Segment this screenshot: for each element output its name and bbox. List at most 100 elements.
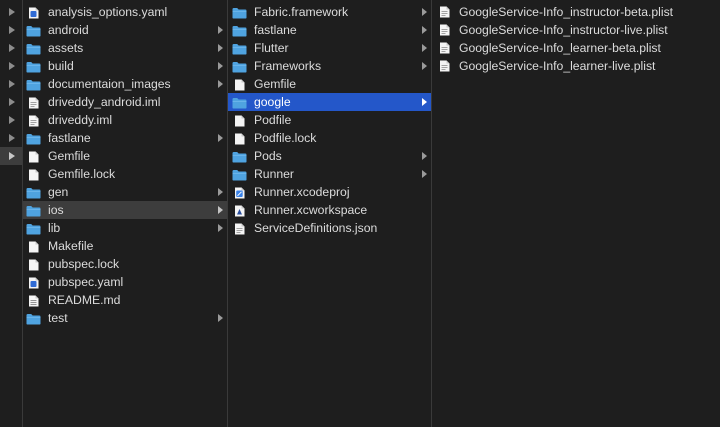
file-row[interactable]: Podfile.lock <box>228 129 431 147</box>
folder-icon <box>232 168 247 181</box>
item-name: fastlane <box>254 23 297 37</box>
folder-icon <box>232 60 247 73</box>
folder-row[interactable]: test <box>23 309 227 327</box>
disclosure-arrow-icon[interactable] <box>9 98 15 106</box>
item-name: android <box>48 23 89 37</box>
folder-icon <box>232 150 247 163</box>
folder-icon <box>26 24 41 37</box>
item-name: pubspec.yaml <box>48 275 124 289</box>
file-row[interactable]: Gemfile <box>23 147 227 165</box>
google-folder-column: GoogleService-Info_instructor-beta.plist… <box>432 0 720 427</box>
chevron-right-icon <box>218 26 223 34</box>
item-name: README.md <box>48 293 121 307</box>
item-name: Gemfile <box>48 149 90 163</box>
finder-column-browser: analysis_options.yaml android assets build d… <box>0 0 720 427</box>
parent-row[interactable] <box>0 129 22 147</box>
folder-row[interactable]: google <box>228 93 431 111</box>
file-row[interactable]: Podfile <box>228 111 431 129</box>
folder-row[interactable]: documentaion_images <box>23 75 227 93</box>
item-name: Podfile <box>254 113 292 127</box>
parent-row[interactable] <box>0 3 22 21</box>
folder-icon <box>26 78 41 91</box>
document-icon <box>26 168 41 181</box>
item-name: assets <box>48 41 84 55</box>
disclosure-arrow-icon[interactable] <box>9 44 15 52</box>
folder-row[interactable]: gen <box>23 183 227 201</box>
disclosure-arrow-icon[interactable] <box>9 62 15 70</box>
folder-icon <box>26 42 41 55</box>
ios-folder-rows: Fabric.framework fastlane Flutter Framework… <box>228 3 431 237</box>
file-row[interactable]: GoogleService-Info_learner-beta.plist <box>432 39 720 57</box>
file-row[interactable]: ServiceDefinitions.json <box>228 219 431 237</box>
item-name: test <box>48 311 68 325</box>
parent-row[interactable] <box>0 111 22 129</box>
folder-icon <box>26 222 41 235</box>
folder-row[interactable]: android <box>23 21 227 39</box>
file-row[interactable]: analysis_options.yaml <box>23 3 227 21</box>
disclosure-arrow-icon[interactable] <box>9 8 15 16</box>
file-row[interactable]: driveddy_android.iml <box>23 93 227 111</box>
markdown-file-icon <box>26 294 41 307</box>
file-row[interactable]: GoogleService-Info_instructor-live.plist <box>432 21 720 39</box>
document-icon <box>232 114 247 127</box>
disclosure-arrow-icon[interactable] <box>9 26 15 34</box>
folder-row[interactable]: Runner <box>228 165 431 183</box>
file-row[interactable]: Gemfile.lock <box>23 165 227 183</box>
folder-row[interactable]: Pods <box>228 147 431 165</box>
parent-column-rows <box>0 3 22 165</box>
chevron-right-icon <box>218 188 223 196</box>
folder-row[interactable]: ios <box>23 201 227 219</box>
item-name: Frameworks <box>254 59 322 73</box>
disclosure-arrow-icon[interactable] <box>9 80 15 88</box>
folder-row[interactable]: build <box>23 57 227 75</box>
item-name: lib <box>48 221 61 235</box>
item-name: gen <box>48 185 69 199</box>
file-row[interactable]: GoogleService-Info_instructor-beta.plist <box>432 3 720 21</box>
chevron-right-icon <box>422 62 427 70</box>
file-row[interactable]: Gemfile <box>228 75 431 93</box>
file-row[interactable]: driveddy.iml <box>23 111 227 129</box>
parent-row[interactable] <box>0 75 22 93</box>
disclosure-arrow-icon[interactable] <box>9 116 15 124</box>
chevron-right-icon <box>218 134 223 142</box>
project-root-rows: analysis_options.yaml android assets build d… <box>23 3 227 327</box>
chevron-right-icon <box>218 314 223 322</box>
file-row[interactable]: Runner.xcworkspace <box>228 201 431 219</box>
folder-row[interactable]: Frameworks <box>228 57 431 75</box>
parent-row[interactable] <box>0 93 22 111</box>
folder-row[interactable]: assets <box>23 39 227 57</box>
file-row[interactable]: README.md <box>23 291 227 309</box>
folder-icon <box>232 96 247 109</box>
folder-row[interactable]: fastlane <box>23 129 227 147</box>
file-row[interactable]: pubspec.lock <box>23 255 227 273</box>
disclosure-arrow-icon[interactable] <box>9 134 15 142</box>
item-name: driveddy_android.iml <box>48 95 161 109</box>
parent-column <box>0 0 23 427</box>
folder-icon <box>26 312 41 325</box>
parent-row[interactable] <box>0 21 22 39</box>
folder-row[interactable]: Fabric.framework <box>228 3 431 21</box>
parent-row[interactable] <box>0 57 22 75</box>
parent-row[interactable] <box>0 147 22 165</box>
document-icon <box>26 150 41 163</box>
file-row[interactable]: GoogleService-Info_learner-live.plist <box>432 57 720 75</box>
item-name: Runner.xcworkspace <box>254 203 368 217</box>
folder-row[interactable]: fastlane <box>228 21 431 39</box>
folder-row[interactable]: Flutter <box>228 39 431 57</box>
file-row[interactable]: Runner.xcodeproj <box>228 183 431 201</box>
folder-icon <box>26 204 41 217</box>
folder-row[interactable]: lib <box>23 219 227 237</box>
item-name: Podfile.lock <box>254 131 317 145</box>
disclosure-arrow-icon[interactable] <box>9 152 15 160</box>
folder-icon <box>232 24 247 37</box>
item-name: ServiceDefinitions.json <box>254 221 378 235</box>
iml-file-icon <box>26 114 41 127</box>
item-name: fastlane <box>48 131 91 145</box>
json-file-icon <box>232 222 247 235</box>
file-row[interactable]: pubspec.yaml <box>23 273 227 291</box>
parent-row[interactable] <box>0 39 22 57</box>
file-row[interactable]: Makefile <box>23 237 227 255</box>
item-name: Runner.xcodeproj <box>254 185 350 199</box>
item-name: Flutter <box>254 41 289 55</box>
item-name: driveddy.iml <box>48 113 113 127</box>
